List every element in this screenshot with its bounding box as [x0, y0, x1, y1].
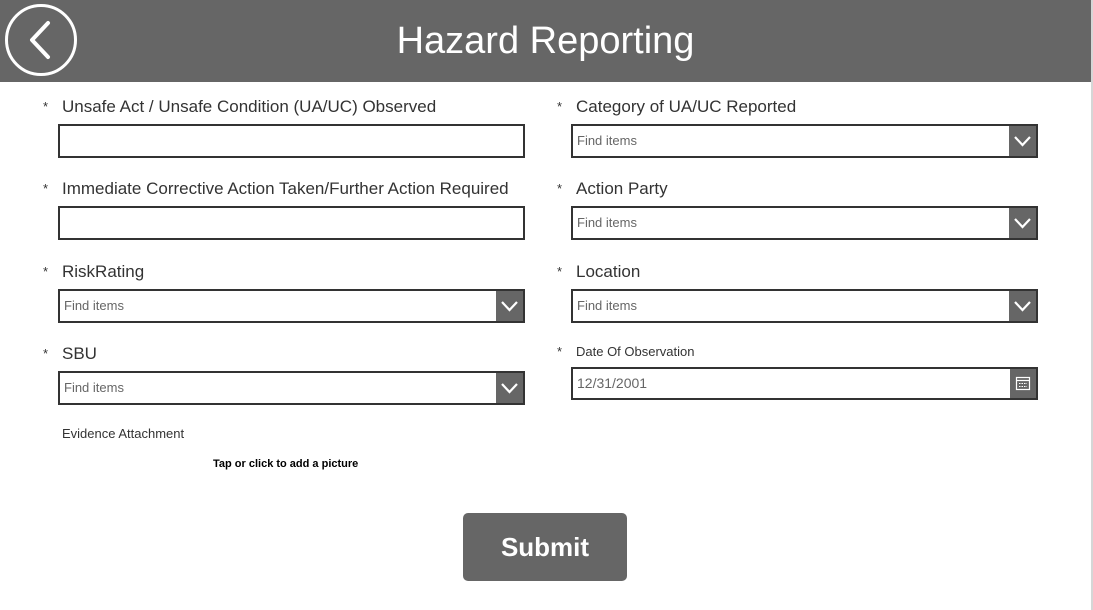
chevron-down-icon[interactable] — [1009, 291, 1036, 321]
required-marker: * — [557, 99, 563, 114]
evidence-attachment-label: Evidence Attachment — [62, 426, 185, 441]
location-placeholder: Find items — [577, 298, 637, 313]
date-of-observation-label: Date Of Observation — [576, 344, 695, 359]
action-party-label: Action Party — [576, 179, 668, 198]
unsafe-act-input[interactable] — [58, 124, 525, 158]
risk-rating-combobox[interactable]: Find items — [58, 289, 525, 323]
corrective-action-label: Immediate Corrective Action Taken/Furthe… — [62, 179, 509, 198]
required-marker: * — [557, 264, 563, 279]
action-party-combobox[interactable]: Find items — [571, 206, 1038, 240]
category-combobox[interactable]: Find items — [571, 124, 1038, 158]
category-placeholder: Find items — [577, 133, 637, 148]
sbu-combobox[interactable]: Find items — [58, 371, 525, 405]
required-marker: * — [557, 344, 563, 359]
add-picture-button[interactable]: Tap or click to add a picture — [213, 458, 358, 470]
page-title: Hazard Reporting — [396, 20, 695, 62]
required-marker: * — [43, 181, 49, 196]
location-label: Location — [576, 262, 641, 281]
chevron-down-icon[interactable] — [496, 373, 523, 403]
date-value: 12/31/2001 — [577, 375, 648, 391]
chevron-down-icon[interactable] — [1009, 126, 1036, 156]
calendar-icon[interactable] — [1010, 369, 1036, 398]
risk-rating-label: RiskRating — [62, 262, 145, 281]
chevron-down-icon[interactable] — [496, 291, 523, 321]
required-marker: * — [557, 181, 563, 196]
corrective-action-input[interactable] — [58, 206, 525, 240]
required-marker: * — [43, 264, 49, 279]
location-combobox[interactable]: Find items — [571, 289, 1038, 323]
sbu-label: SBU — [62, 344, 97, 363]
required-marker: * — [43, 346, 49, 361]
chevron-down-icon[interactable] — [1009, 208, 1036, 238]
header-bar: Hazard Reporting — [0, 0, 1091, 82]
action-party-placeholder: Find items — [577, 215, 637, 230]
date-of-observation-picker[interactable]: 12/31/2001 — [571, 367, 1038, 400]
unsafe-act-label: Unsafe Act / Unsafe Condition (UA/UC) Ob… — [62, 97, 437, 116]
risk-rating-placeholder: Find items — [64, 298, 124, 313]
category-label: Category of UA/UC Reported — [576, 97, 797, 116]
required-marker: * — [43, 99, 49, 114]
submit-button[interactable]: Submit — [463, 513, 627, 581]
sbu-placeholder: Find items — [64, 380, 124, 395]
